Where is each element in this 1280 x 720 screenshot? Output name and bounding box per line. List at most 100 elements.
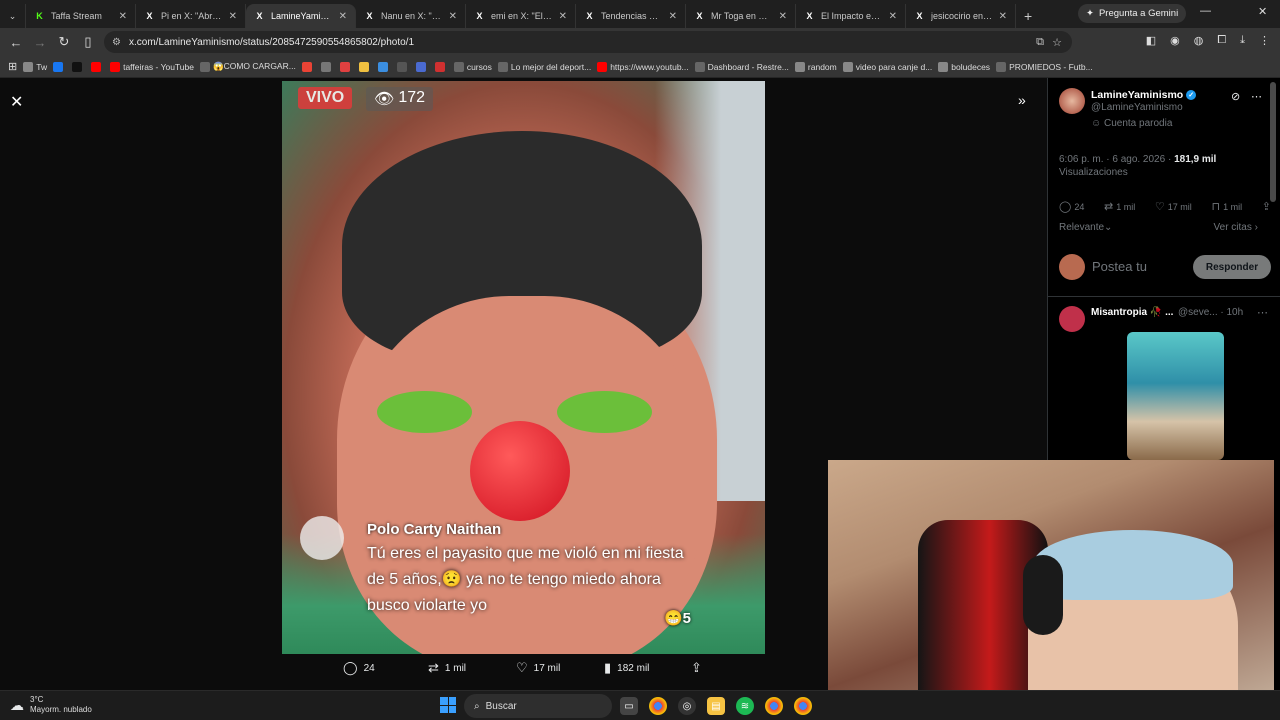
close-icon[interactable]: ✕	[10, 92, 23, 112]
bookmark-item[interactable]: video para canje d...	[842, 61, 932, 72]
reply-action[interactable]: ◯ 24	[343, 660, 375, 676]
sort-dropdown[interactable]: Relevante⌄	[1059, 222, 1112, 233]
site-info-icon[interactable]: ⚙	[112, 37, 121, 48]
tab-close-icon[interactable]: ✕	[669, 11, 677, 22]
bookmark-item[interactable]	[339, 61, 353, 72]
bookmark-star-icon[interactable]: ☆	[1052, 36, 1062, 49]
reload-icon[interactable]: ↻	[52, 34, 76, 50]
author-name[interactable]: LamineYaminismo ✓	[1091, 89, 1197, 101]
bookmark-item[interactable]	[415, 61, 429, 72]
bookmark-item[interactable]	[301, 61, 315, 72]
bookmark-favicon-icon	[842, 61, 853, 72]
browser-tab[interactable]: K Taffa Stream ✕	[26, 4, 136, 28]
bookmark-item[interactable]: Tw	[23, 61, 47, 72]
windows-start-icon[interactable]	[440, 697, 456, 713]
translate-icon[interactable]: ◧	[1146, 34, 1156, 47]
views-action[interactable]: ▮ 182 mil	[604, 660, 649, 676]
apps-icon[interactable]: ⊞	[8, 60, 17, 73]
file-explorer-icon[interactable]: ▤	[707, 697, 725, 715]
more-options-icon[interactable]: ⋯	[1251, 90, 1262, 103]
reply-author-name[interactable]: Misantropia 🥀 ...	[1091, 307, 1173, 318]
panel-share[interactable]: ⇪	[1262, 200, 1271, 213]
bookmark-item[interactable]: https://www.youtub...	[597, 61, 689, 72]
bookmark-item[interactable]: boludeces	[938, 61, 990, 72]
bookmark-item[interactable]: random	[794, 61, 837, 72]
bookmark-item[interactable]: Dashboard - Restre...	[694, 61, 789, 72]
bookmark-item[interactable]	[358, 61, 372, 72]
browser-tab[interactable]: X Nanu en X: "PITU ✕	[356, 4, 466, 28]
address-bar[interactable]: ⚙ x.com/LamineYaminismo/status/208547259…	[104, 31, 1072, 53]
tab-favicon-icon: X	[476, 11, 483, 21]
menu-icon[interactable]: ⋮	[1259, 34, 1270, 47]
tab-close-icon[interactable]: ✕	[559, 11, 567, 22]
grok-icon[interactable]: ⊘	[1231, 90, 1240, 103]
tab-close-icon[interactable]: ✕	[779, 11, 787, 22]
view-quotes-link[interactable]: Ver citas ›	[1214, 222, 1258, 233]
page-scrollbar[interactable]	[1270, 82, 1276, 202]
task-view-icon[interactable]: ▭	[620, 697, 638, 715]
bookmark-item[interactable]	[320, 61, 334, 72]
tab-close-icon[interactable]: ✕	[889, 11, 897, 22]
tab-close-icon[interactable]: ✕	[229, 11, 237, 22]
repost-action[interactable]: ⇄ 1 mil	[428, 660, 466, 676]
browser-tab[interactable]: Xemi en X: "El desc ✕	[466, 4, 576, 28]
more-options-icon[interactable]: ⋯	[1257, 306, 1268, 319]
bookmark-item[interactable]: PROMIEDOS - Futb...	[996, 61, 1093, 72]
bookmark-item[interactable]	[91, 61, 104, 72]
reply-image[interactable]	[1127, 332, 1224, 460]
browser-tab[interactable]: X Pi en X: "Abro hi ✕	[136, 4, 246, 28]
tab-close-icon[interactable]: ✕	[999, 11, 1007, 22]
spotify-icon[interactable]: ≋	[736, 697, 754, 715]
browser-tab[interactable]: X El Impacto en X: ✕	[796, 4, 906, 28]
vpn-icon[interactable]: ◍	[1194, 34, 1204, 47]
new-tab-button[interactable]: +	[1016, 4, 1040, 28]
bookmark-item[interactable]	[377, 61, 391, 72]
tab-list-button[interactable]: ⌄	[0, 4, 26, 28]
close-window-icon[interactable]: ✕	[1258, 5, 1267, 18]
forward-icon[interactable]: →	[28, 35, 52, 50]
chrome-icon-3[interactable]	[794, 697, 812, 715]
bookmark-favicon-icon	[72, 61, 83, 72]
minimize-icon[interactable]: —	[1200, 5, 1211, 17]
reply-author-avatar[interactable]	[1059, 306, 1085, 332]
browser-tab[interactable]: X Mr Toga en X: "@ ✕	[686, 4, 796, 28]
chrome-icon[interactable]	[649, 697, 667, 715]
bookmark-item[interactable]	[72, 61, 85, 72]
author-avatar[interactable]	[1059, 88, 1085, 114]
taskbar-search[interactable]: ⌕ Buscar	[464, 694, 612, 718]
tab-close-icon[interactable]: ✕	[119, 11, 127, 22]
gemini-button[interactable]: ✦ Pregunta a Gemini	[1078, 4, 1187, 23]
extension-icon[interactable]: ◉	[1170, 34, 1180, 47]
bookmark-item[interactable]	[434, 61, 448, 72]
like-action[interactable]: ♡ 17 mil	[516, 660, 560, 676]
bookmark-item[interactable]	[396, 61, 410, 72]
panel-like[interactable]: ♡ 17 mil	[1155, 200, 1192, 213]
chrome-icon-2[interactable]	[765, 697, 783, 715]
expand-panel-icon[interactable]: »	[1018, 92, 1026, 108]
app-icon[interactable]: ◎	[678, 697, 696, 715]
tab-close-icon[interactable]: ✕	[339, 11, 347, 22]
reply-input[interactable]: Postea tu	[1092, 259, 1147, 274]
tab-close-icon[interactable]: ✕	[449, 11, 457, 22]
browser-tab[interactable]: X Tendencias en Ar ✕	[576, 4, 686, 28]
panel-reply[interactable]: ◯ 24	[1059, 200, 1084, 213]
bookmark-item[interactable]	[53, 61, 66, 72]
bookmark-item[interactable]: cursos	[453, 61, 492, 72]
browser-tab[interactable]: Xjesicocirio en X: " ✕	[906, 4, 1016, 28]
author-handle[interactable]: @LamineYaminismo	[1091, 102, 1183, 113]
puzzle-icon[interactable]: ⧠	[1217, 34, 1226, 47]
back-icon[interactable]: ←	[4, 35, 28, 50]
bookmark-item[interactable]: taffeiras - YouTube	[110, 61, 194, 72]
sidebar-icon[interactable]: ▯	[76, 34, 100, 50]
bookmark-item[interactable]: Lo mejor del deport...	[497, 61, 591, 72]
weather-widget[interactable]: ☁ 3°C Mayorm. nublado	[10, 695, 92, 715]
share-action[interactable]: ⇪	[691, 660, 702, 676]
post-photo[interactable]: VIVO 👁 172 Polo Carty Naithan Tú eres el …	[282, 81, 765, 654]
panel-bookmark[interactable]: ⊓ 1 mil	[1211, 200, 1242, 213]
reply-button[interactable]: Responder	[1193, 255, 1271, 279]
browser-tab[interactable]: X LamineYaminismo ✕	[246, 4, 356, 28]
install-icon[interactable]: ⧉	[1036, 36, 1044, 49]
bookmark-item[interactable]: 😱COMO CARGAR...	[199, 61, 296, 72]
panel-repost[interactable]: ⇄ 1 mil	[1104, 200, 1135, 213]
download-icon[interactable]: ⤓	[1240, 34, 1245, 47]
